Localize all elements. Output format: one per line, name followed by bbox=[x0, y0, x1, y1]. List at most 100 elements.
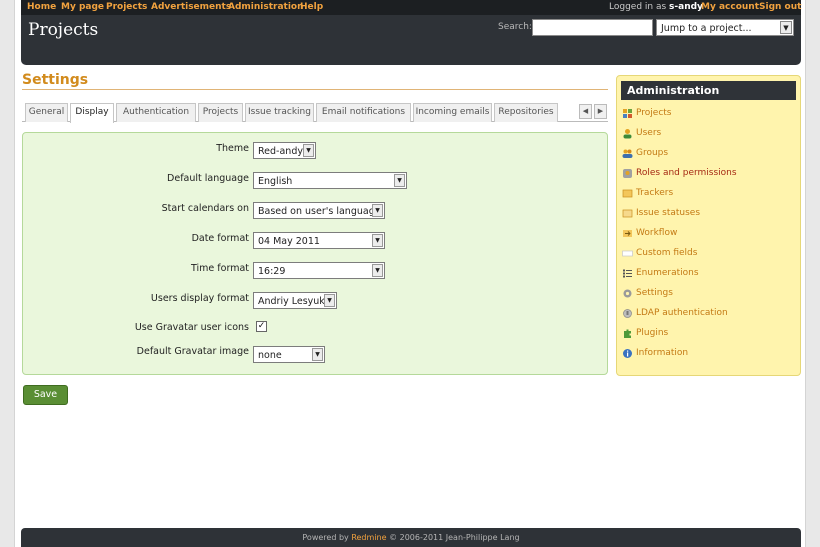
sidebar-item-label: Workflow bbox=[636, 228, 678, 238]
start-calendars-select[interactable]: Based on user's language ▼ bbox=[253, 202, 385, 219]
footer-copyright: © 2006-2011 Jean-Philippe Lang bbox=[389, 533, 520, 542]
enumerations-icon bbox=[623, 269, 632, 278]
date-format-select[interactable]: 04 May 2011 ▼ bbox=[253, 232, 385, 249]
jump-to-project-value: Jump to a project... bbox=[661, 23, 752, 34]
issue-statuses-icon bbox=[622, 209, 633, 218]
tab-incoming-emails[interactable]: Incoming emails bbox=[413, 103, 492, 122]
chevron-down-icon: ▼ bbox=[394, 174, 405, 187]
top-menu-advertisements[interactable]: Advertisements bbox=[151, 2, 231, 12]
start-calendars-value: Based on user's language bbox=[258, 206, 381, 217]
users-display-format-value: Andriy Lesyuk bbox=[258, 296, 325, 307]
sidebar-item-label: Enumerations bbox=[636, 268, 699, 278]
sidebar-item-projects[interactable]: Projects bbox=[622, 107, 792, 121]
sidebar-item-custom-fields[interactable]: Custom fields bbox=[622, 247, 792, 261]
sidebar-item-label: Projects bbox=[636, 108, 672, 118]
theme-value: Red-andy bbox=[258, 146, 303, 157]
users-display-format-label: Users display format bbox=[150, 293, 249, 304]
sidebar-item-workflow[interactable]: Workflow bbox=[622, 227, 792, 241]
chevron-down-icon: ▼ bbox=[303, 144, 314, 157]
search-input[interactable] bbox=[532, 19, 653, 36]
title-divider bbox=[22, 89, 608, 90]
default-language-value: English bbox=[258, 176, 293, 187]
tab-display[interactable]: Display bbox=[70, 103, 114, 123]
sidebar-title: Administration bbox=[621, 81, 796, 100]
default-gravatar-value: none bbox=[258, 350, 282, 361]
logged-in-user[interactable]: s-andy bbox=[669, 2, 703, 12]
default-language-label: Default language bbox=[167, 173, 249, 184]
sidebar-item-information[interactable]: Information bbox=[622, 347, 792, 361]
time-format-select[interactable]: 16:29 ▼ bbox=[253, 262, 385, 279]
display-settings-box: Theme Red-andy ▼ Default language Englis… bbox=[22, 132, 608, 375]
projects-icon bbox=[623, 109, 632, 118]
settings-icon bbox=[623, 289, 632, 298]
top-menu-projects[interactable]: Projects bbox=[106, 2, 147, 12]
users-display-format-select[interactable]: Andriy Lesyuk ▼ bbox=[253, 292, 337, 309]
chevron-down-icon: ▼ bbox=[372, 234, 383, 247]
chevron-down-icon: ▼ bbox=[372, 264, 383, 277]
sidebar-item-label: Roles and permissions bbox=[636, 168, 737, 178]
tab-repositories[interactable]: Repositories bbox=[494, 103, 558, 122]
footer-powered-by: Powered by bbox=[302, 533, 349, 542]
default-gravatar-select[interactable]: none ▼ bbox=[253, 346, 325, 363]
sidebar-item-users[interactable]: Users bbox=[622, 127, 792, 141]
theme-select[interactable]: Red-andy ▼ bbox=[253, 142, 316, 159]
page: Home My page Projects Advertisements Adm… bbox=[14, 0, 806, 547]
sidebar-item-plugins[interactable]: Plugins bbox=[622, 327, 792, 341]
default-gravatar-label: Default Gravatar image bbox=[136, 346, 249, 357]
default-language-select[interactable]: English ▼ bbox=[253, 172, 407, 189]
sidebar-item-label: Groups bbox=[636, 148, 669, 158]
chevron-down-icon: ▼ bbox=[372, 204, 383, 217]
tab-general[interactable]: General bbox=[25, 103, 68, 122]
top-menu-my-page[interactable]: My page bbox=[61, 2, 104, 12]
start-calendars-label: Start calendars on bbox=[161, 203, 249, 214]
time-format-value: 16:29 bbox=[258, 266, 286, 277]
tab-scroll-right-icon[interactable]: ▶ bbox=[594, 104, 607, 119]
tab-authentication[interactable]: Authentication bbox=[116, 103, 196, 122]
sidebar-item-enumerations[interactable]: Enumerations bbox=[622, 267, 792, 281]
chevron-down-icon: ▼ bbox=[324, 294, 335, 307]
sidebar-item-label: Trackers bbox=[636, 188, 674, 198]
custom-fields-icon bbox=[622, 250, 633, 257]
chevron-down-icon: ▼ bbox=[312, 348, 323, 361]
date-format-value: 04 May 2011 bbox=[258, 236, 320, 247]
search-label: Search: bbox=[498, 22, 532, 32]
top-menu-home[interactable]: Home bbox=[27, 2, 56, 12]
workflow-icon bbox=[623, 230, 632, 237]
tab-issue-tracking[interactable]: Issue tracking bbox=[245, 103, 314, 122]
footer: Powered by Redmine © 2006-2011 Jean-Phil… bbox=[21, 528, 801, 547]
logged-in-as: Logged in as s-andy bbox=[609, 2, 703, 12]
save-button[interactable]: Save bbox=[23, 385, 68, 405]
chevron-down-icon: ▼ bbox=[780, 21, 792, 34]
checkmark-icon: ✓ bbox=[257, 321, 266, 331]
sidebar-item-groups[interactable]: Groups bbox=[622, 147, 792, 161]
date-format-label: Date format bbox=[191, 233, 249, 244]
tab-email-notifications[interactable]: Email notifications bbox=[316, 103, 411, 122]
jump-to-project-select[interactable]: Jump to a project... ▼ bbox=[656, 19, 794, 36]
time-format-label: Time format bbox=[191, 263, 249, 274]
use-gravatar-label: Use Gravatar user icons bbox=[134, 322, 249, 333]
information-icon bbox=[623, 349, 632, 358]
roles-icon bbox=[623, 169, 632, 178]
tab-projects[interactable]: Projects bbox=[198, 103, 243, 122]
groups-icon bbox=[622, 149, 633, 158]
sidebar-item-settings[interactable]: Settings bbox=[622, 287, 792, 301]
top-menu-sign-out[interactable]: Sign out bbox=[759, 2, 801, 12]
sidebar-item-label: Users bbox=[636, 128, 662, 138]
header-title: Projects bbox=[28, 20, 99, 40]
sidebar-item-roles-and-permissions[interactable]: Roles and permissions bbox=[622, 167, 792, 181]
tab-scroll-left-icon[interactable]: ◀ bbox=[579, 104, 592, 119]
users-icon bbox=[623, 129, 632, 139]
plugins-icon bbox=[624, 329, 631, 338]
trackers-icon bbox=[622, 189, 633, 198]
sidebar-item-ldap-authentication[interactable]: LDAP authentication bbox=[622, 307, 792, 321]
use-gravatar-checkbox[interactable]: ✓ bbox=[256, 321, 267, 332]
sidebar: Administration Projects Users Groups Rol… bbox=[616, 75, 801, 376]
sidebar-item-issue-statuses[interactable]: Issue statuses bbox=[622, 207, 792, 221]
footer-redmine-link[interactable]: Redmine bbox=[351, 533, 386, 542]
sidebar-item-trackers[interactable]: Trackers bbox=[622, 187, 792, 201]
top-menu-help[interactable]: Help bbox=[300, 2, 323, 12]
top-menu: Home My page Projects Advertisements Adm… bbox=[21, 0, 801, 15]
top-menu-administration[interactable]: Administration bbox=[228, 2, 304, 12]
top-menu-my-account[interactable]: My account bbox=[701, 2, 759, 12]
sidebar-item-label: Settings bbox=[636, 288, 673, 298]
